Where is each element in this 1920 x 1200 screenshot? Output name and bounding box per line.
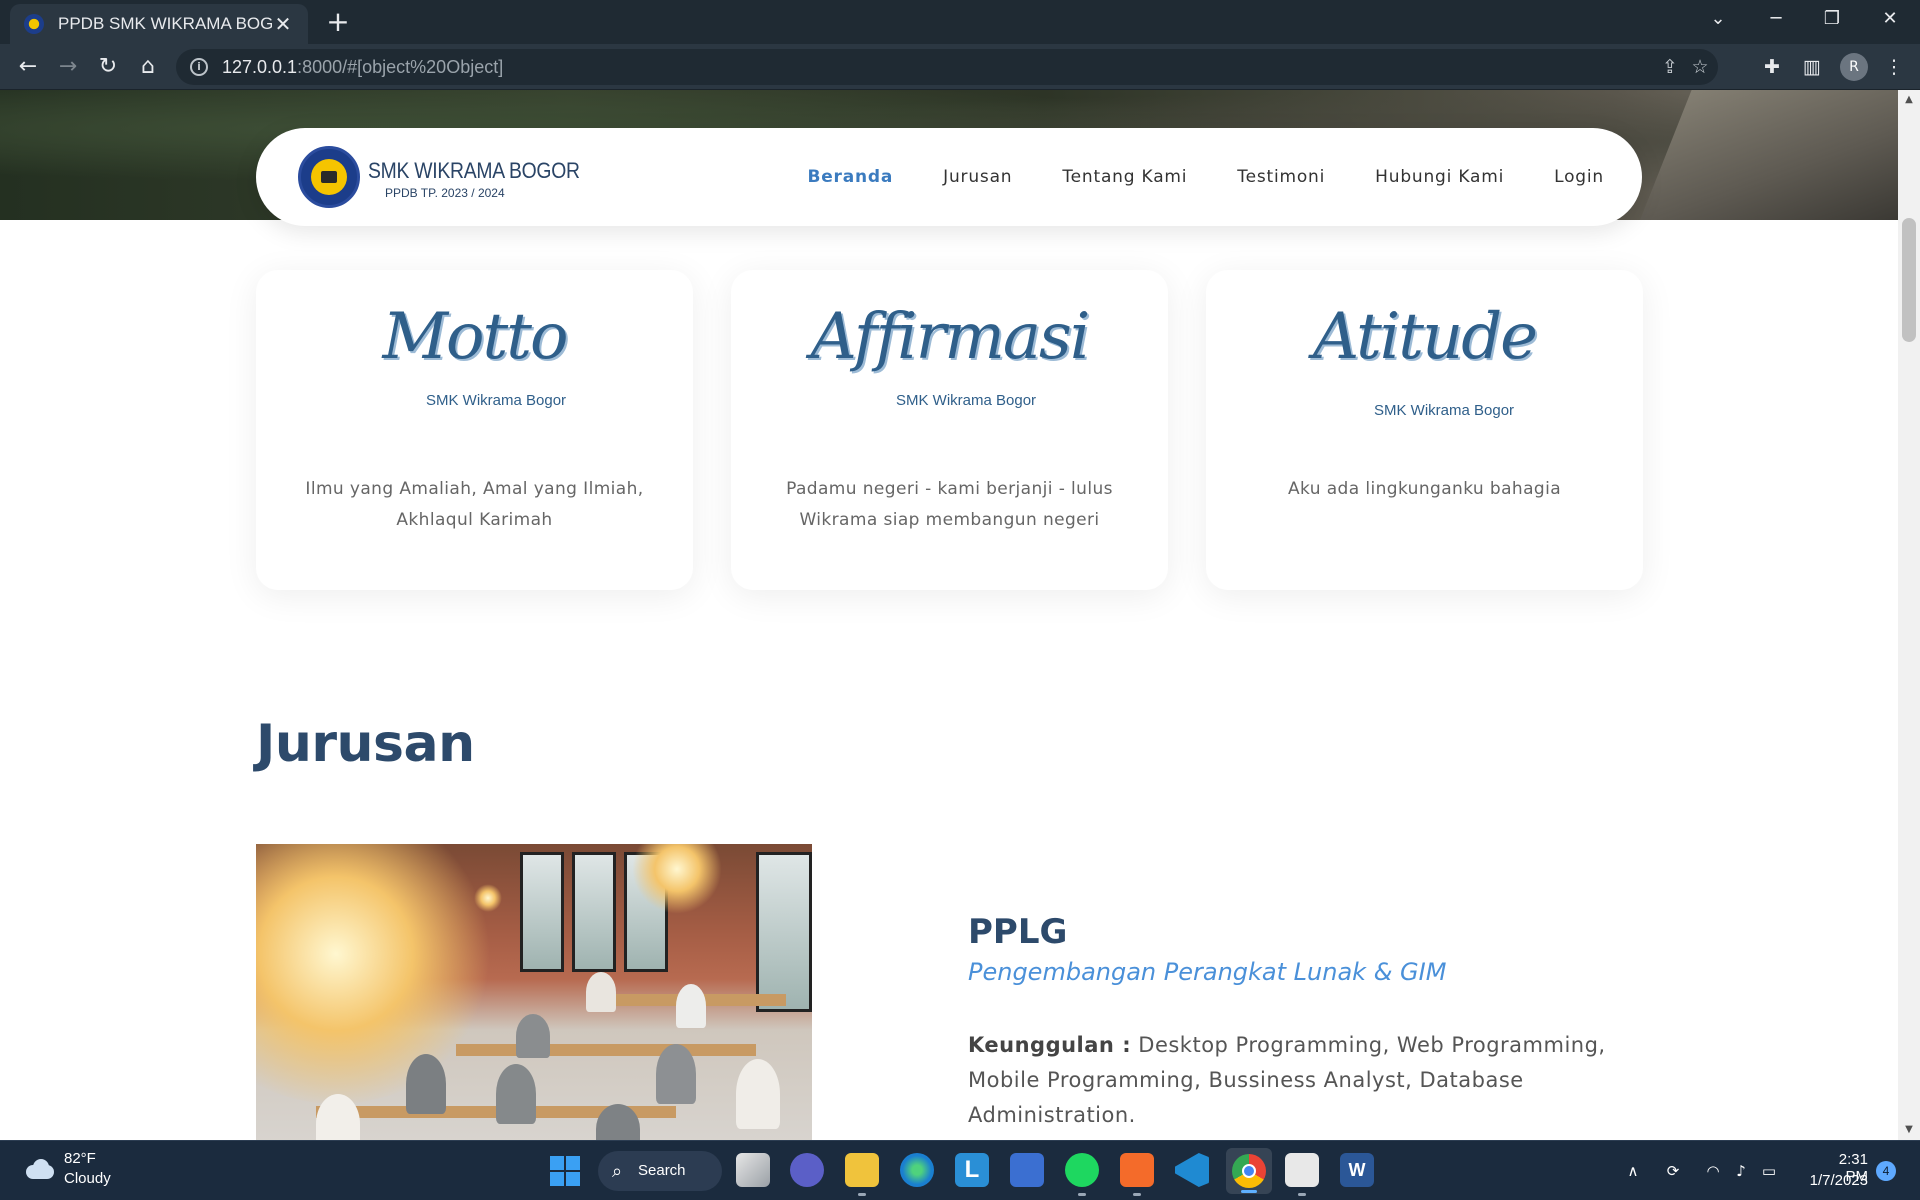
site-navbar: SMK WIKRAMA BOGOR PPDB TP. 2023 / 2024 B…	[256, 128, 1642, 226]
motto-card: Motto Ilmu yang Amaliah, Amal yang Ilmia…	[256, 270, 693, 590]
advantages-label: Keunggulan :	[968, 1033, 1132, 1057]
new-tab-icon[interactable]: +	[322, 6, 354, 38]
extensions-icon[interactable]: ✚	[1760, 55, 1784, 79]
brand-name[interactable]: SMK WIKRAMA BOGOR	[368, 158, 580, 184]
l-app-icon[interactable]: L	[955, 1153, 989, 1187]
wifi-icon[interactable]: ◠	[1703, 1161, 1723, 1181]
nav-hubungi-kami[interactable]: Hubungi Kami	[1375, 167, 1504, 187]
address-bar[interactable]: i 127.0.0.1:8000/#[object%20Object] ⇪ ☆	[176, 49, 1718, 85]
scroll-up-arrow-icon[interactable]: ▲	[1898, 92, 1920, 108]
site-favicon-icon	[24, 14, 44, 34]
nav-testimoni[interactable]: Testimoni	[1237, 167, 1325, 187]
card-description: Ilmu yang Amaliah, Amal yang Ilmiah, Akh…	[305, 479, 644, 530]
windows-start-icon[interactable]	[550, 1156, 580, 1186]
card-script-title: Atitude	[1312, 300, 1538, 374]
url-text: 127.0.0.1:8000/#[object%20Object]	[222, 56, 504, 77]
nav-tentang-kami[interactable]: Tentang Kami	[1062, 167, 1187, 187]
sync-icon[interactable]: ⟳	[1663, 1161, 1683, 1181]
page-viewport: SMK WIKRAMA BOGOR PPDB TP. 2023 / 2024 B…	[0, 90, 1898, 1140]
close-tab-icon[interactable]: ✕	[272, 12, 294, 36]
teams-chat-icon[interactable]	[790, 1153, 824, 1187]
browser-toolbar: ← → ↻ ⌂ i 127.0.0.1:8000/#[object%20Obje…	[0, 44, 1920, 90]
home-icon[interactable]: ⌂	[132, 51, 164, 83]
cloud-weather-icon[interactable]	[22, 1157, 56, 1181]
notification-badge[interactable]: 4	[1876, 1161, 1896, 1181]
nav-beranda[interactable]: Beranda	[807, 167, 893, 187]
weather-temperature[interactable]: 82°F	[64, 1150, 96, 1167]
profile-avatar[interactable]: R	[1840, 53, 1868, 81]
section-title-jurusan: Jurusan	[256, 714, 475, 774]
tab-title: PPDB SMK WIKRAMA BOGOR	[58, 14, 272, 33]
scroll-down-arrow-icon[interactable]: ▼	[1898, 1122, 1920, 1138]
task-view-icon[interactable]	[736, 1153, 770, 1187]
card-script-title: Motto	[382, 300, 568, 374]
close-window-icon[interactable]: ✕	[1868, 0, 1912, 38]
back-icon[interactable]: ←	[12, 51, 44, 83]
brand-subtitle: PPDB TP. 2023 / 2024	[385, 186, 505, 200]
jurusan-photo	[256, 844, 812, 1140]
browser-tab-bar: PPDB SMK WIKRAMA BOGOR ✕ + ⌄ ─ ❐ ✕	[0, 0, 1920, 44]
tray-overflow-chevron-icon[interactable]: ∧	[1623, 1161, 1643, 1181]
forward-icon[interactable]: →	[52, 51, 84, 83]
snipping-tool-icon[interactable]	[1285, 1153, 1319, 1196]
minimize-icon[interactable]: ─	[1754, 0, 1798, 38]
file-explorer-icon[interactable]	[845, 1153, 879, 1196]
search-label: Search	[638, 1162, 686, 1179]
taskbar-search[interactable]: ⌕ Search	[598, 1151, 722, 1191]
motto-subtitle: SMK Wikrama Bogor	[426, 392, 567, 409]
bookmark-star-icon[interactable]: ☆	[1688, 55, 1712, 79]
page-scrollbar[interactable]: ▲ ▼	[1898, 90, 1920, 1140]
affirmasi-card: Affirmasi Padamu negeri - kami berjanji …	[731, 270, 1168, 590]
edge-icon[interactable]	[900, 1153, 934, 1187]
nav-login[interactable]: Login	[1554, 167, 1604, 187]
atitude-subtitle: SMK Wikrama Bogor	[1374, 402, 1515, 419]
nav-jurusan[interactable]: Jurusan	[943, 167, 1012, 187]
battery-icon[interactable]: ▭	[1759, 1161, 1779, 1181]
windows-taskbar: 82°F Cloudy ⌕ Search L W ∧ ⟳ ◠ ♪ ▭ 2:31 P…	[0, 1140, 1920, 1200]
browser-tab[interactable]: PPDB SMK WIKRAMA BOGOR ✕	[10, 4, 308, 44]
word-icon[interactable]: W	[1340, 1153, 1374, 1187]
volume-icon[interactable]: ♪	[1731, 1161, 1751, 1181]
reload-icon[interactable]: ↻	[92, 51, 124, 83]
card-description: Padamu negeri - kami berjanji - lulus Wi…	[786, 479, 1113, 530]
card-description: Aku ada lingkunganku bahagia	[1287, 479, 1562, 499]
clock-date[interactable]: 1/7/2023	[1800, 1172, 1868, 1189]
vscode-icon[interactable]	[1175, 1153, 1209, 1187]
xampp-icon[interactable]	[1120, 1153, 1154, 1196]
affirmasi-subtitle: SMK Wikrama Bogor	[896, 392, 1037, 409]
chrome-icon[interactable]	[1226, 1148, 1272, 1194]
building-roof	[1640, 90, 1898, 220]
weather-description[interactable]: Cloudy	[64, 1170, 111, 1187]
main-menu: Beranda Jurusan Tentang Kami Testimoni H…	[757, 128, 1604, 226]
side-panel-icon[interactable]: ▥	[1800, 55, 1824, 79]
search-icon: ⌕	[612, 1161, 623, 1181]
menu-kebab-icon[interactable]: ⋮	[1882, 55, 1906, 79]
school-logo[interactable]	[298, 146, 360, 208]
atitude-card: Atitude Aku ada lingkunganku bahagia	[1206, 270, 1643, 590]
scroll-thumb[interactable]	[1902, 218, 1916, 342]
share-icon[interactable]: ⇪	[1658, 55, 1682, 79]
card-script-title: Affirmasi	[810, 300, 1091, 374]
spotify-icon[interactable]	[1065, 1153, 1099, 1196]
major-advantages: Keunggulan : Desktop Programming, Web Pr…	[968, 1028, 1608, 1133]
major-full-name: Pengembangan Perangkat Lunak & GIM	[968, 958, 1447, 986]
tab-search-chevron-icon[interactable]: ⌄	[1696, 0, 1740, 38]
restore-icon[interactable]: ❐	[1810, 0, 1854, 38]
microsoft-store-icon[interactable]	[1010, 1153, 1044, 1187]
site-info-icon[interactable]: i	[190, 58, 208, 76]
major-code: PPLG	[968, 912, 1068, 952]
